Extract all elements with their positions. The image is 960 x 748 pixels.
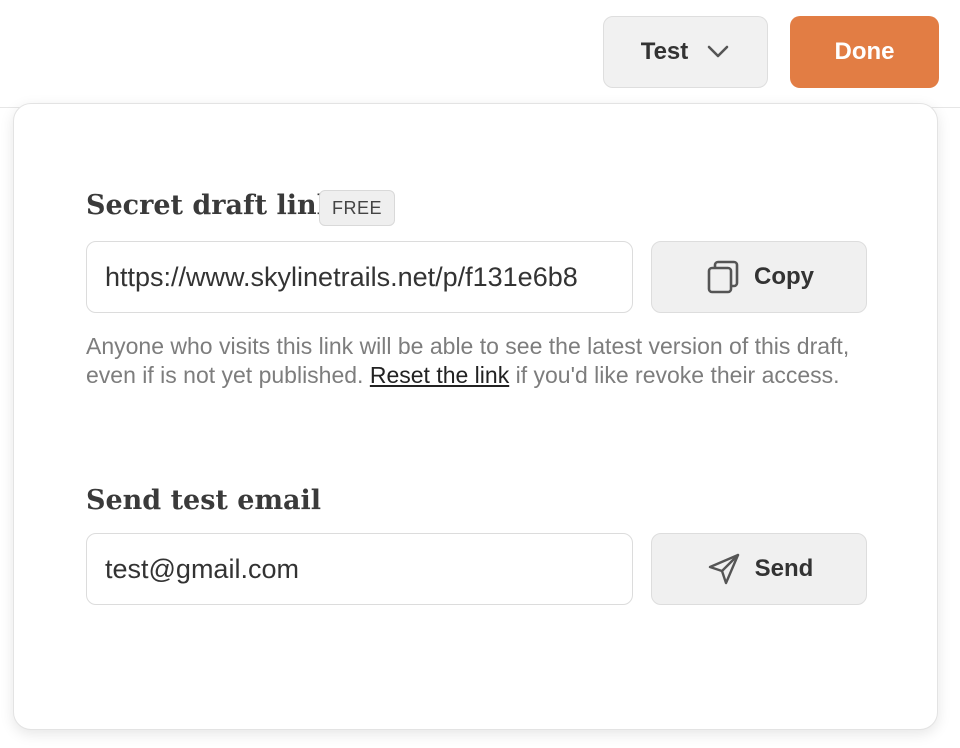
copy-icon: [704, 258, 742, 296]
paper-plane-icon: [705, 550, 743, 588]
draft-link-field[interactable]: [86, 241, 633, 313]
send-button-label: Send: [754, 555, 814, 582]
top-bar: Test Done: [0, 0, 960, 108]
test-dropdown-button[interactable]: Test: [603, 16, 768, 88]
draft-link-helper-text: Anyone who visits this link will be able…: [86, 332, 876, 390]
helper-text-end: if you'd like revoke their access.: [509, 362, 840, 388]
test-email-field[interactable]: [86, 533, 633, 605]
free-badge: FREE: [319, 190, 396, 226]
send-button[interactable]: Send: [651, 533, 867, 605]
draft-link-title: Secret draft link: [86, 190, 336, 221]
preview-panel: Secret draft link FREE Copy Anyone who v…: [13, 103, 938, 730]
draft-link-input[interactable]: [105, 261, 614, 293]
done-button[interactable]: Done: [790, 16, 939, 88]
chevron-down-icon: [706, 40, 730, 64]
reset-link[interactable]: Reset the link: [370, 362, 509, 388]
copy-button[interactable]: Copy: [651, 241, 867, 313]
copy-button-label: Copy: [754, 263, 814, 290]
test-dropdown-label: Test: [640, 38, 689, 65]
test-email-title: Send test email: [86, 485, 322, 516]
test-email-input[interactable]: [105, 553, 614, 585]
